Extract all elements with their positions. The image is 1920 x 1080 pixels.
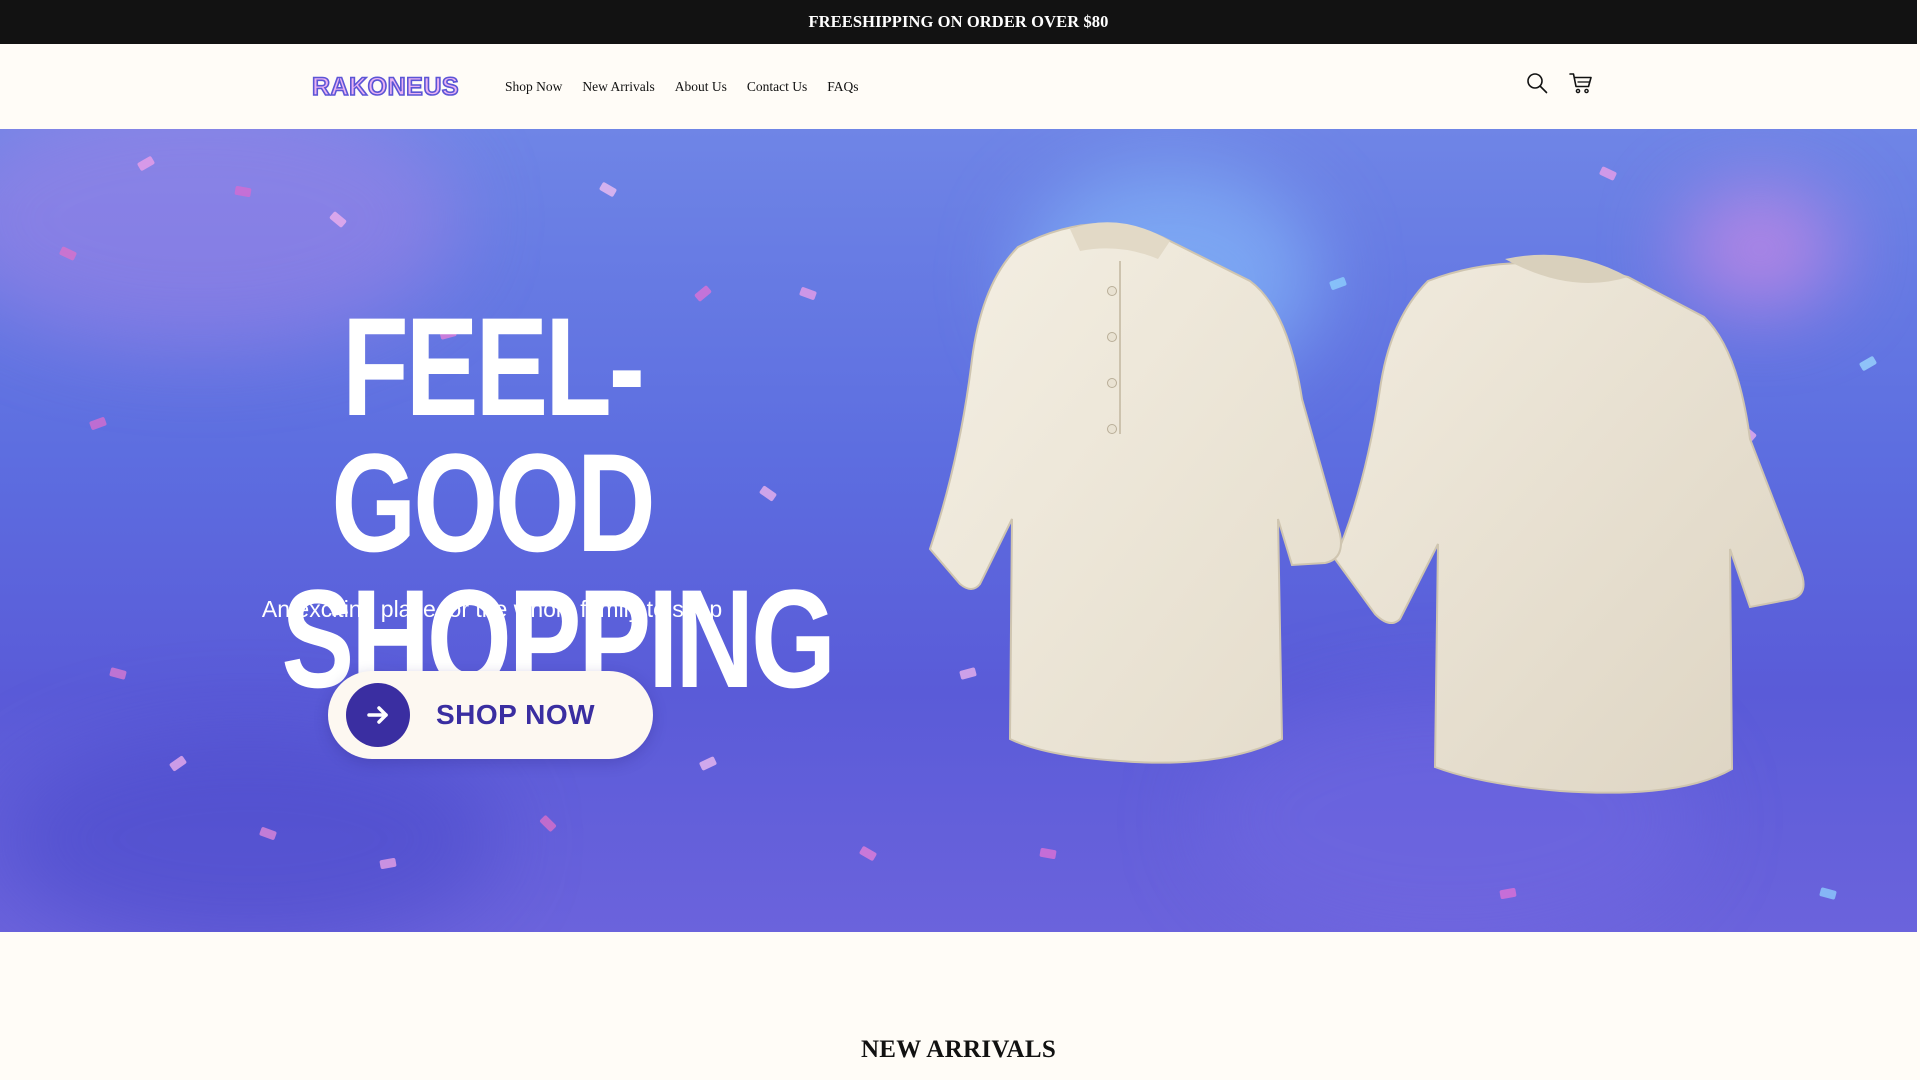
- confetti: [698, 756, 718, 771]
- confetti: [798, 286, 818, 301]
- arrow-right-icon: [346, 683, 410, 747]
- decor-glow: [0, 729, 500, 932]
- confetti: [539, 814, 557, 833]
- nav-about-us[interactable]: About Us: [665, 44, 737, 129]
- shirts-image: [928, 222, 1805, 794]
- nav-faqs[interactable]: FAQs: [817, 44, 868, 129]
- confetti: [1598, 166, 1618, 181]
- hero-subtitle: An exciting place for the whole family t…: [261, 596, 723, 622]
- shirt-back-view: [1333, 254, 1805, 794]
- logo-text: RAKONEUS: [311, 72, 460, 102]
- confetti: [858, 845, 878, 862]
- header-icons: [1524, 70, 1594, 96]
- search-icon[interactable]: [1524, 70, 1550, 96]
- confetti: [598, 181, 618, 198]
- hero-banner: FEEL-GOOD SHOPPING An exciting place for…: [0, 129, 1917, 932]
- site-header: RAKONEUS Shop Now New Arrivals About Us …: [0, 44, 1917, 129]
- nav-shop-now[interactable]: Shop Now: [497, 44, 572, 129]
- logo[interactable]: RAKONEUS: [311, 72, 462, 102]
- confetti: [109, 667, 127, 680]
- announcement-text: FREESHIPPING ON ORDER OVER $80: [808, 12, 1109, 31]
- shop-now-label: SHOP NOW: [436, 699, 596, 730]
- cart-icon[interactable]: [1568, 70, 1594, 96]
- main-nav: Shop Now New Arrivals About Us Contact U…: [497, 44, 869, 129]
- announcement-bar: FREESHIPPING ON ORDER OVER $80: [0, 0, 1917, 44]
- nav-new-arrivals[interactable]: New Arrivals: [572, 44, 664, 129]
- hero-title-line-1: FEEL-GOOD: [331, 288, 655, 581]
- nav-contact-us[interactable]: Contact Us: [737, 44, 817, 129]
- new-arrivals-heading: NEW ARRIVALS: [860, 1036, 1057, 1063]
- confetti: [1858, 355, 1878, 372]
- confetti: [1819, 887, 1837, 900]
- confetti: [758, 485, 778, 502]
- hero-title: FEEL-GOOD SHOPPING: [281, 288, 836, 709]
- shirt-front-view: [928, 222, 1342, 764]
- shop-now-button[interactable]: SHOP NOW: [328, 671, 653, 759]
- confetti: [88, 416, 108, 431]
